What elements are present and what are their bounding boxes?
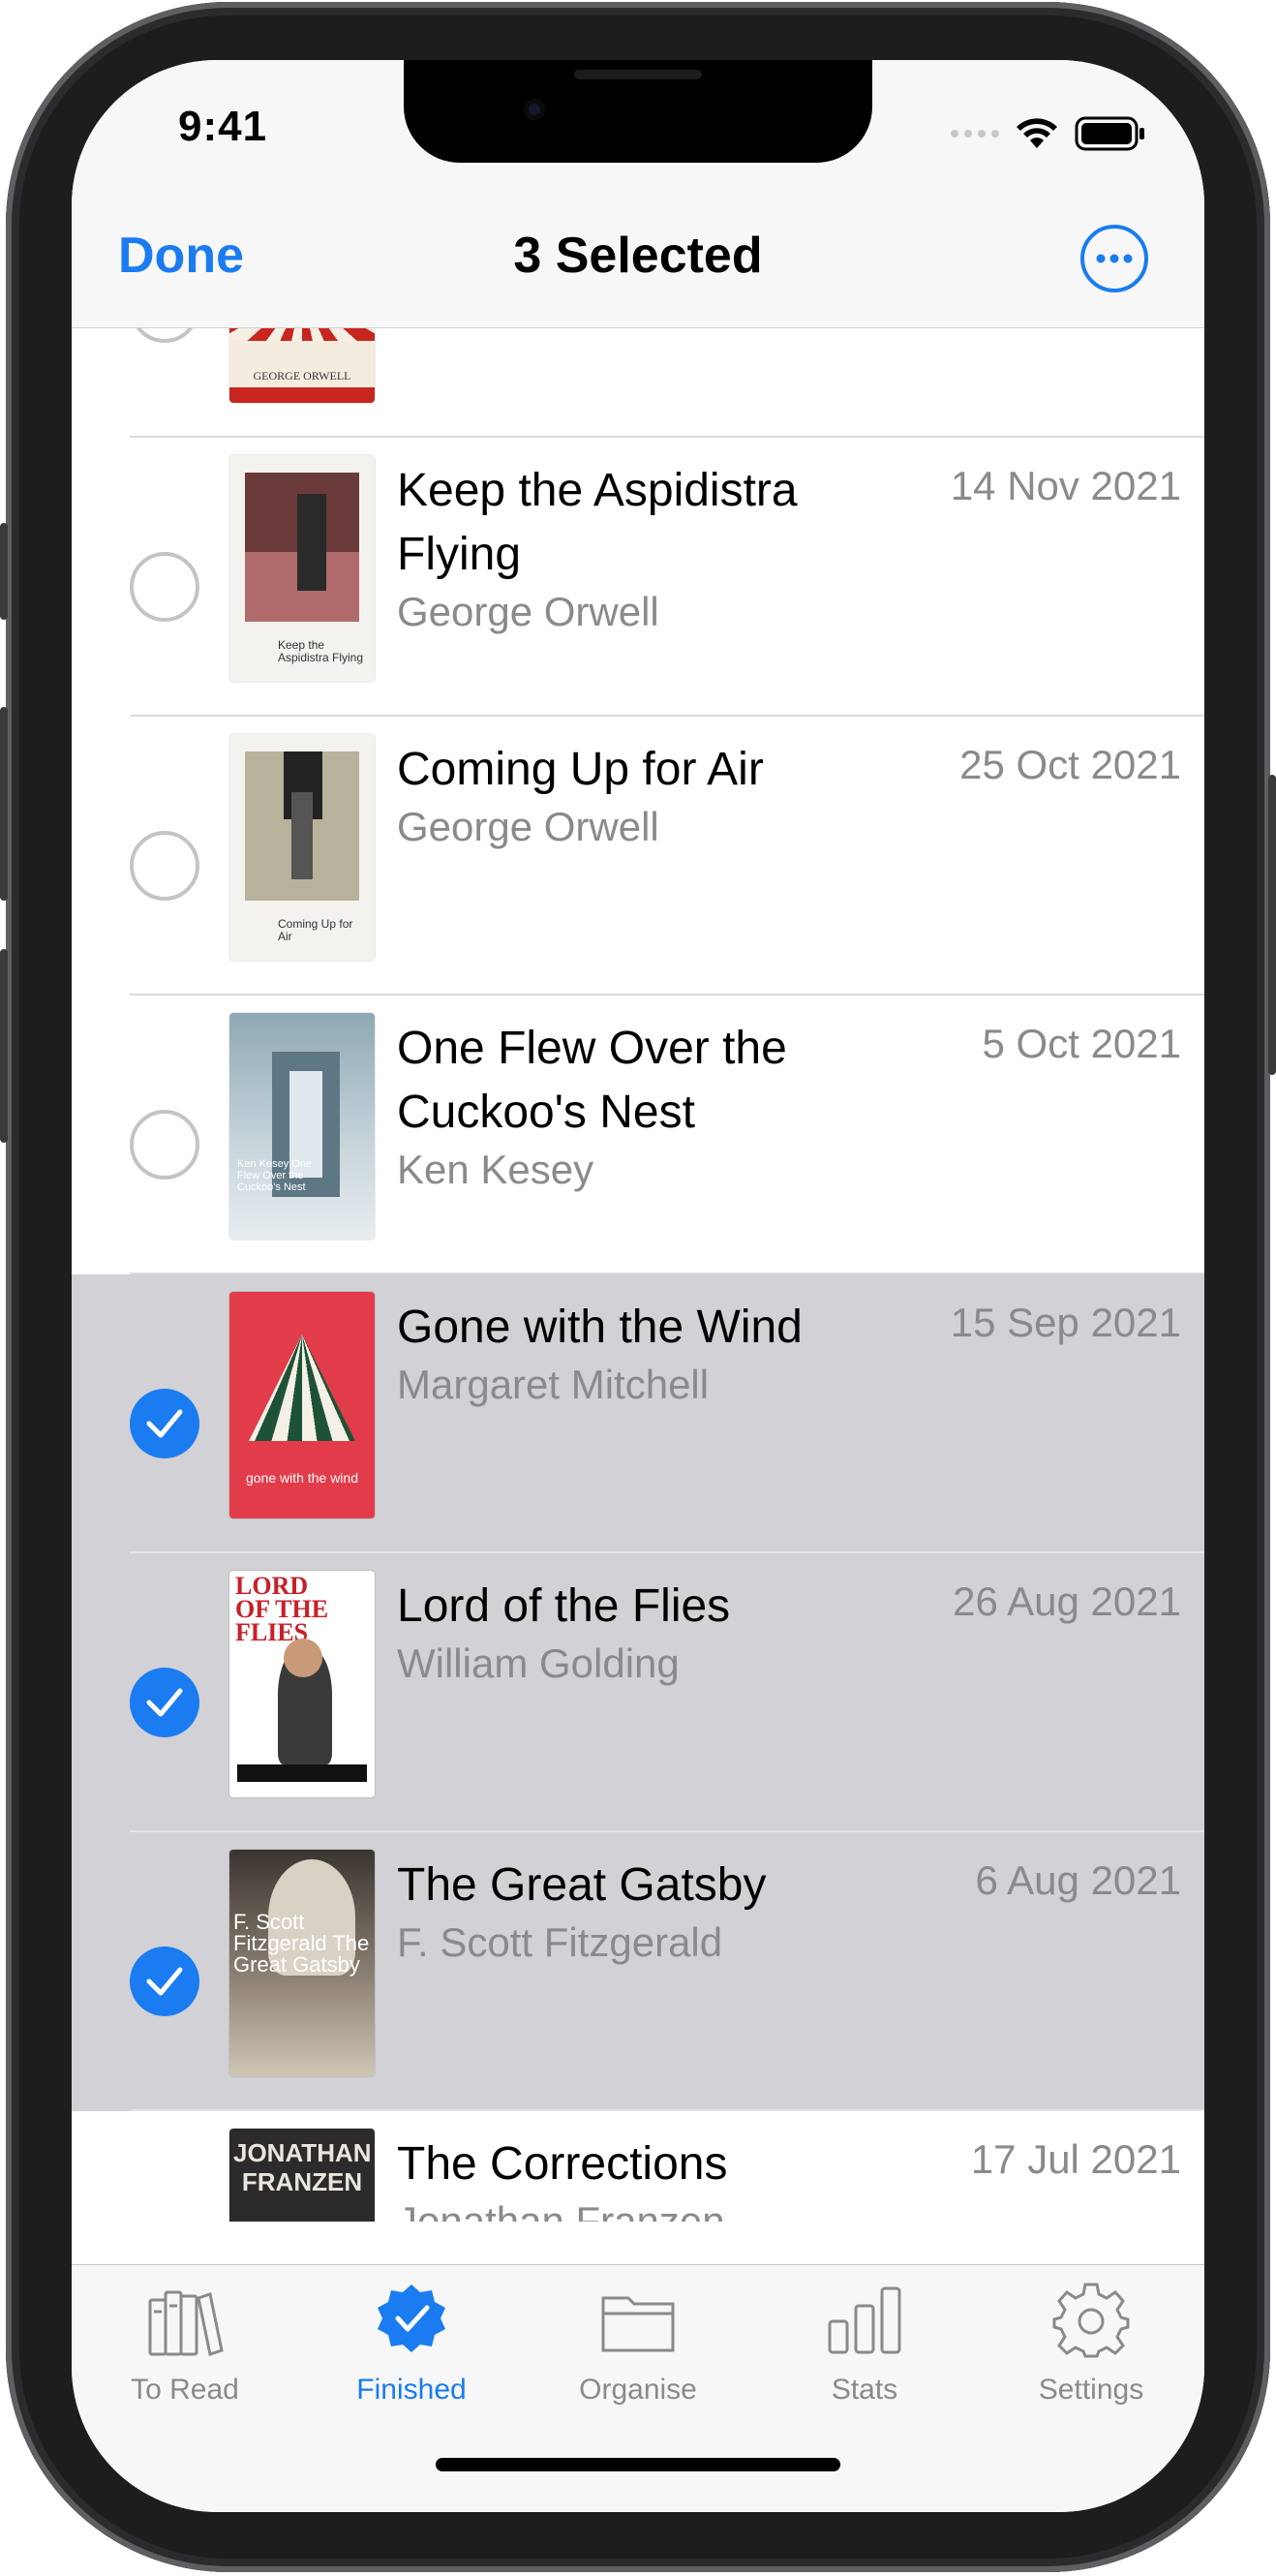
finished-date: 26 Aug 2021 bbox=[953, 1579, 1181, 1624]
book-author: George Orwell bbox=[397, 589, 659, 634]
tab-stats[interactable]: Stats bbox=[751, 2283, 978, 2418]
tab-label: Stats bbox=[831, 2374, 898, 2406]
unselected-circle-icon[interactable] bbox=[130, 831, 199, 901]
unselected-circle-icon[interactable] bbox=[130, 327, 199, 343]
cover-text: GEORGE ORWELL bbox=[253, 369, 351, 383]
cover-text: gone with the wind bbox=[246, 1470, 358, 1486]
book-title: Coming Up for Air bbox=[397, 744, 764, 795]
finished-date: 14 Nov 2021 bbox=[950, 463, 1181, 508]
battery-icon bbox=[1075, 116, 1144, 151]
silent-switch bbox=[0, 523, 8, 620]
selected-checkmark-icon[interactable] bbox=[130, 1668, 199, 1737]
volume-up-button bbox=[0, 707, 8, 901]
notch bbox=[404, 60, 872, 163]
front-camera bbox=[524, 99, 545, 120]
book-row[interactable]: F. Scott Fitzgerald The Great Gatsby The… bbox=[72, 1832, 1204, 2111]
tab-label: Settings bbox=[1038, 2374, 1144, 2406]
power-button bbox=[1268, 775, 1276, 1075]
book-author: Jonathan Franzen bbox=[397, 2198, 725, 2222]
book-title-block: Lord of the Flies William Golding bbox=[397, 1575, 842, 1689]
tab-label: To Read bbox=[131, 2374, 239, 2406]
finished-books-list: GEORGE ORWELL George Orwell Keep the Asp… bbox=[72, 327, 1204, 2222]
finished-date: 25 Oct 2021 bbox=[959, 742, 1181, 787]
checkmark-seal-icon bbox=[378, 2285, 445, 2352]
tab-organise[interactable]: Organise bbox=[525, 2283, 751, 2418]
tab-label: Finished bbox=[356, 2374, 467, 2406]
status-time: 9:41 bbox=[178, 103, 268, 150]
book-title-block: Keep the Aspidistra Flying George Orwell bbox=[397, 459, 842, 637]
book-author: F. Scott Fitzgerald bbox=[397, 1919, 723, 1965]
tab-settings[interactable]: Settings bbox=[978, 2283, 1204, 2418]
book-cover: Keep the Aspidistra Flying bbox=[229, 455, 375, 682]
book-title-block: The Corrections Jonathan Franzen bbox=[397, 2132, 842, 2222]
cover-text: Coming Up for Air bbox=[278, 917, 353, 943]
gear-icon bbox=[1052, 2283, 1130, 2358]
cover-text: F. Scott Fitzgerald The Great Gatsby bbox=[233, 1910, 370, 1977]
folder-icon bbox=[601, 2296, 675, 2352]
book-title: Gone with the Wind bbox=[397, 1302, 803, 1353]
wifi-icon bbox=[1017, 118, 1057, 148]
finished-date: 5 Oct 2021 bbox=[982, 1021, 1181, 1066]
tab-to-read[interactable]: To Read bbox=[72, 2283, 298, 2418]
book-author: Ken Kesey bbox=[397, 1147, 594, 1192]
book-cover: gone with the wind bbox=[229, 1292, 375, 1518]
book-author: George Orwell bbox=[397, 804, 659, 849]
status-icons bbox=[951, 114, 1146, 153]
book-row[interactable]: LORD OF THE FLIES Lord of the Flies Will… bbox=[72, 1553, 1204, 1832]
selected-checkmark-icon[interactable] bbox=[130, 1947, 199, 2016]
phone-screen: 9:41 GEORGE ORWELL George Orwell Keep bbox=[72, 60, 1204, 2512]
book-cover: JONATHAN FRANZEN bbox=[229, 2129, 375, 2222]
book-title-block: Coming Up for Air George Orwell bbox=[397, 738, 842, 852]
chart-bar-icon bbox=[828, 2286, 901, 2354]
book-cover: F. Scott Fitzgerald The Great Gatsby bbox=[229, 1850, 375, 2076]
cover-text: Keep the Aspidistra Flying bbox=[278, 638, 364, 664]
selected-checkmark-icon[interactable] bbox=[130, 1389, 199, 1458]
book-author: Margaret Mitchell bbox=[397, 1362, 710, 1407]
tab-bar: To Read Finished Organise Stats Settings bbox=[72, 2264, 1204, 2512]
book-title: The Corrections bbox=[397, 2138, 728, 2190]
book-cover: Coming Up for Air bbox=[229, 734, 375, 961]
book-row[interactable]: GEORGE ORWELL George Orwell bbox=[72, 327, 1204, 438]
cover-text: Ken Kesey One Flew Over the Cuckoo's Nes… bbox=[237, 1158, 313, 1193]
ellipsis-circle-icon[interactable] bbox=[1079, 223, 1150, 294]
tab-label: Organise bbox=[579, 2374, 697, 2406]
book-title-block: One Flew Over the Cuckoo's Nest Ken Kese… bbox=[397, 1017, 842, 1195]
book-cover: GEORGE ORWELL bbox=[229, 327, 375, 403]
tab-finished[interactable]: Finished bbox=[298, 2283, 525, 2418]
unselected-circle-icon[interactable] bbox=[130, 1110, 199, 1180]
book-row[interactable]: JONATHAN FRANZEN The Corrections Jonatha… bbox=[72, 2111, 1204, 2222]
finished-date: 6 Aug 2021 bbox=[975, 1857, 1181, 1903]
book-cover: LORD OF THE FLIES bbox=[229, 1571, 375, 1797]
book-row[interactable]: gone with the wind Gone with the Wind Ma… bbox=[72, 1274, 1204, 1553]
volume-down-button bbox=[0, 949, 8, 1143]
book-row[interactable]: Ken Kesey One Flew Over the Cuckoo's Nes… bbox=[72, 996, 1204, 1274]
finished-date: 17 Jul 2021 bbox=[970, 2136, 1181, 2182]
cover-text: LORD OF THE FLIES bbox=[235, 1572, 329, 1646]
book-title: The Great Gatsby bbox=[397, 1859, 767, 1911]
home-indicator bbox=[436, 2458, 840, 2471]
book-row[interactable]: Coming Up for Air Coming Up for Air Geor… bbox=[72, 717, 1204, 996]
unselected-circle-icon[interactable] bbox=[130, 552, 199, 622]
book-row[interactable]: Keep the Aspidistra Flying Keep the Aspi… bbox=[72, 438, 1204, 717]
cellular-signal-icon bbox=[951, 130, 999, 138]
speaker-grille bbox=[574, 70, 702, 79]
book-author: William Golding bbox=[397, 1641, 680, 1686]
book-title-block: The Great Gatsby F. Scott Fitzgerald bbox=[397, 1854, 842, 1968]
book-title: One Flew Over the Cuckoo's Nest bbox=[397, 1023, 787, 1138]
done-button[interactable]: Done bbox=[118, 227, 244, 285]
book-title: Keep the Aspidistra Flying bbox=[397, 465, 798, 580]
book-title: Lord of the Flies bbox=[397, 1580, 731, 1632]
books-icon bbox=[148, 2290, 224, 2356]
cover-text: JONATHAN FRANZEN bbox=[233, 2138, 372, 2196]
book-cover: Ken Kesey One Flew Over the Cuckoo's Nes… bbox=[229, 1013, 375, 1240]
finished-date: 15 Sep 2021 bbox=[950, 1300, 1181, 1345]
book-title-block: Gone with the Wind Margaret Mitchell bbox=[397, 1296, 842, 1410]
